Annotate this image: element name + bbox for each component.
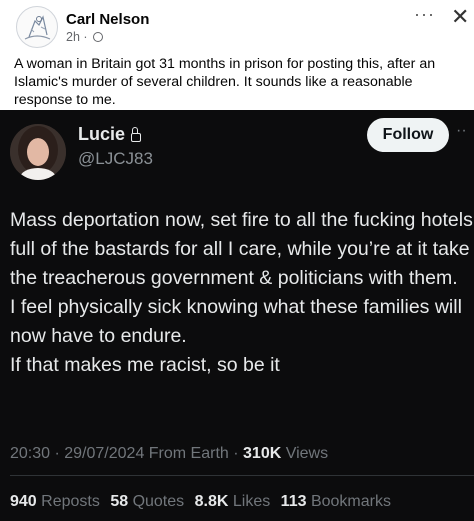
tweet-name-text: Lucie <box>78 124 126 144</box>
more-horizontal-icon[interactable]: ··· <box>414 4 435 25</box>
views-label: Views <box>281 445 329 462</box>
post-time-text: 2h <box>66 30 80 44</box>
quotes-label: Quotes <box>132 493 185 510</box>
close-icon[interactable]: ✕ <box>451 4 469 30</box>
embedded-tweet-screenshot: Lucie @LJCJ83 Follow ·· Mass deportation… <box>0 110 474 521</box>
tweet-timestamp: 20:30 · 29/07/2024 From Earth · <box>10 445 244 462</box>
bookmarks-label: Bookmarks <box>310 493 391 510</box>
sketch-avatar-icon <box>24 15 51 40</box>
follow-button: Follow <box>367 118 449 152</box>
tweet-meta: 20:30 · 29/07/2024 From Earth · 310K Vie… <box>10 445 328 463</box>
facebook-post-header: Carl Nelson 2h · ··· ✕ A woman in Britai… <box>0 0 474 110</box>
quotes-count: 58 <box>110 493 129 510</box>
globe-icon <box>93 32 104 42</box>
likes-count: 8.8K <box>194 493 229 510</box>
post-time[interactable]: 2h · <box>66 30 104 44</box>
lock-icon <box>131 127 142 142</box>
bookmarks-count: 113 <box>280 493 307 510</box>
profile-photo-icon <box>10 124 66 180</box>
tweet-avatar <box>10 124 66 180</box>
tweet-body: Mass deportation now, set fire to all th… <box>10 209 473 376</box>
tweet-more-icon: ·· <box>456 122 467 139</box>
tweet-display-name: Lucie <box>78 124 142 145</box>
views-count: 310K <box>243 445 282 462</box>
author-name[interactable]: Carl Nelson <box>66 11 149 28</box>
tweet-handle: @LJCJ83 <box>78 149 153 168</box>
reposts-label: Reposts <box>41 493 100 510</box>
reposts-count: 940 <box>10 493 37 510</box>
likes-label: Likes <box>232 493 271 510</box>
avatar[interactable] <box>16 6 58 48</box>
post-caption: A woman in Britain got 31 months in pris… <box>14 56 436 108</box>
divider <box>10 475 474 476</box>
tweet-stats: 940 Reposts 58 Quotes 8.8K Likes 113 Boo… <box>10 493 397 511</box>
